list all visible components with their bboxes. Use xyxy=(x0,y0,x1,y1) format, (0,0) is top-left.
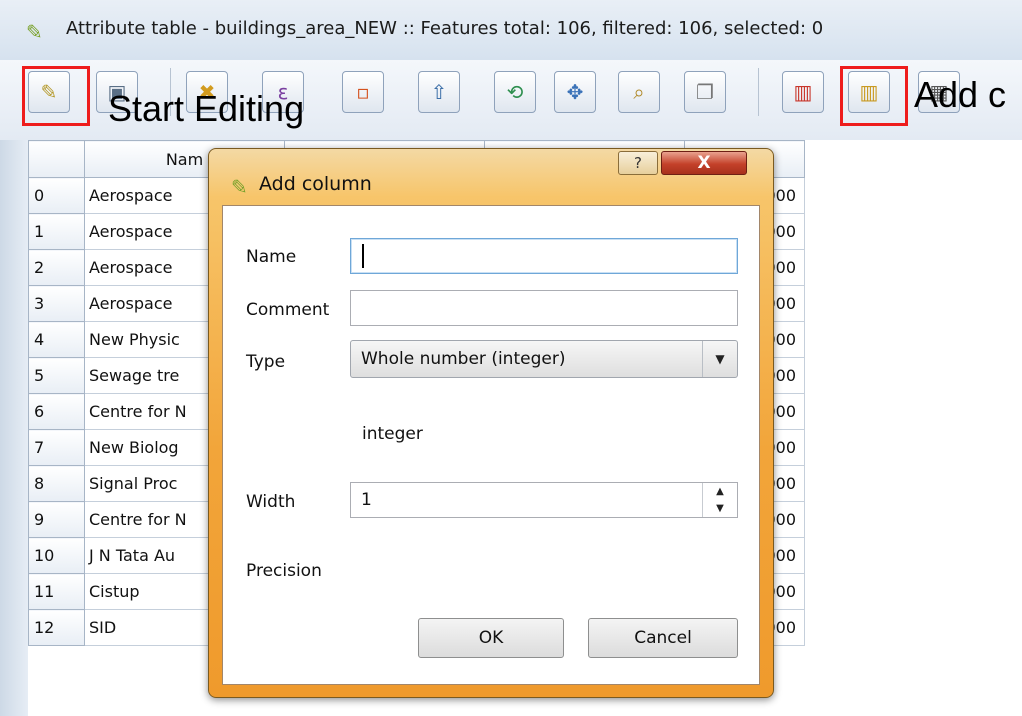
window-titlebar: ✎ Attribute table - buildings_area_NEW :… xyxy=(0,0,1022,61)
width-spinbox[interactable]: 1 ▲ ▼ xyxy=(350,482,738,518)
row-header[interactable]: 9 xyxy=(28,501,85,538)
invert-selection-icon[interactable]: ⟲ xyxy=(494,71,536,113)
row-header[interactable]: 4 xyxy=(28,321,85,358)
copy-selected-icon[interactable]: ❐ xyxy=(684,71,726,113)
precision-label: Precision xyxy=(246,561,322,581)
width-label: Width xyxy=(246,492,296,512)
type-label: Type xyxy=(246,352,286,372)
dialog-body xyxy=(222,205,760,685)
qgis-icon: ✎ xyxy=(231,175,248,199)
ok-button[interactable]: OK xyxy=(418,618,564,658)
row-header[interactable]: 12 xyxy=(28,609,85,646)
type-name: integer xyxy=(362,424,423,444)
corner-header[interactable] xyxy=(28,140,85,178)
row-header[interactable]: 0 xyxy=(28,177,85,214)
deselect-icon[interactable]: ▫ xyxy=(342,71,384,113)
row-header[interactable]: 2 xyxy=(28,249,85,286)
name-input[interactable] xyxy=(350,238,738,274)
toolbar-separator xyxy=(758,68,759,116)
spin-up-icon[interactable]: ▲ xyxy=(703,483,737,500)
row-header[interactable]: 1 xyxy=(28,213,85,250)
map-canvas-edge xyxy=(0,140,29,716)
text-caret xyxy=(362,244,364,268)
row-header[interactable]: 7 xyxy=(28,429,85,466)
help-button[interactable]: ? xyxy=(618,151,658,175)
move-selected-top-icon[interactable]: ⇧ xyxy=(418,71,460,113)
close-icon[interactable]: X xyxy=(661,151,747,175)
delete-column-icon[interactable]: ▥ xyxy=(782,71,824,113)
name-label: Name xyxy=(246,247,297,267)
window-title: Attribute table - buildings_area_NEW :: … xyxy=(66,18,824,39)
row-header[interactable]: 11 xyxy=(28,573,85,610)
type-select[interactable]: Whole number (integer) ▼ xyxy=(350,340,738,378)
spin-down-icon[interactable]: ▼ xyxy=(703,500,737,517)
row-header[interactable]: 3 xyxy=(28,285,85,322)
zoom-to-selected-icon[interactable]: ⌕ xyxy=(618,71,660,113)
cancel-button[interactable]: Cancel xyxy=(588,618,738,658)
add-column-dialog: ✎ Add column ? X xyxy=(208,148,774,698)
qgis-icon: ✎ xyxy=(26,20,43,44)
row-header[interactable]: 6 xyxy=(28,393,85,430)
chevron-down-icon[interactable]: ▼ xyxy=(702,341,737,377)
add-column-highlight xyxy=(840,66,908,126)
comment-input[interactable] xyxy=(350,290,738,326)
width-value: 1 xyxy=(361,490,372,510)
add-column-annotation: Add c xyxy=(914,74,1007,115)
start-editing-highlight xyxy=(22,66,90,126)
row-header[interactable]: 5 xyxy=(28,357,85,394)
row-header[interactable]: 8 xyxy=(28,465,85,502)
comment-label: Comment xyxy=(246,300,330,320)
start-editing-annotation: Start Editing xyxy=(108,88,305,129)
dialog-title: Add column xyxy=(259,173,372,195)
row-header[interactable]: 10 xyxy=(28,537,85,574)
spinbox-arrows: ▲ ▼ xyxy=(702,483,737,517)
pan-to-selected-icon[interactable]: ✥ xyxy=(554,71,596,113)
type-select-value: Whole number (integer) xyxy=(361,349,566,369)
